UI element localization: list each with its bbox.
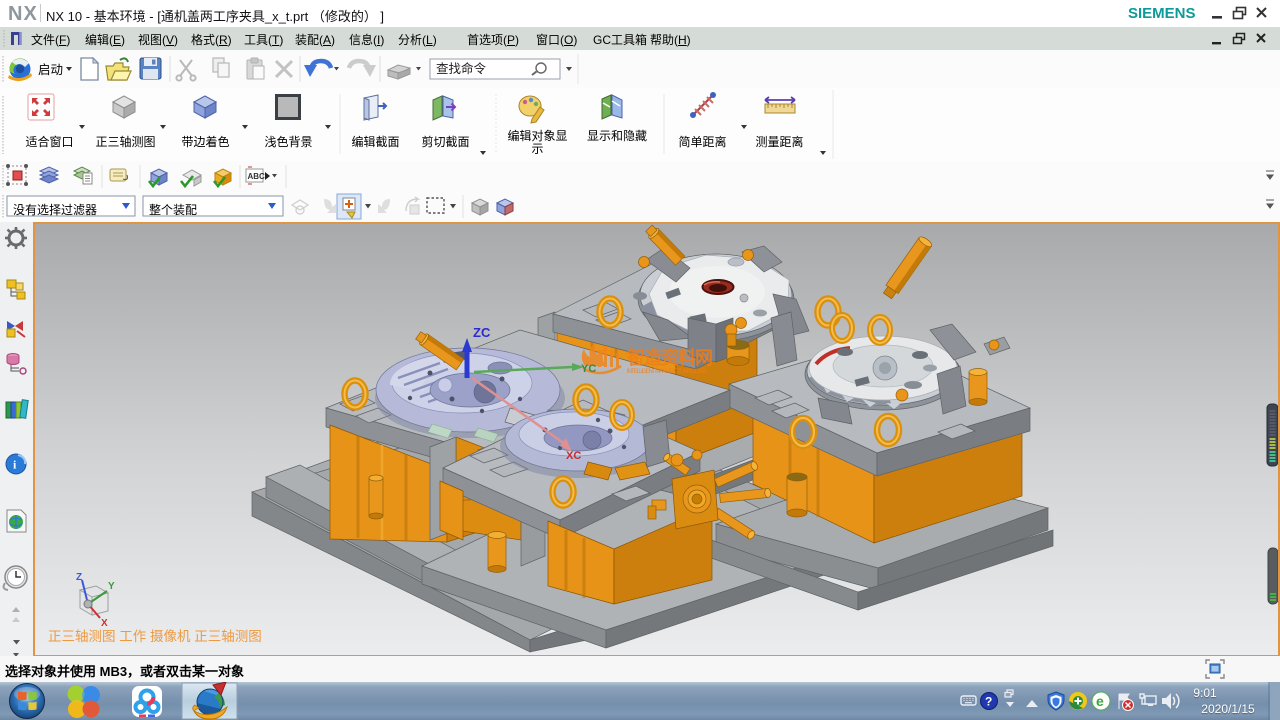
svg-text:ZC: ZC — [473, 325, 491, 340]
svg-text:XC: XC — [566, 450, 581, 462]
svg-text:X: X — [101, 618, 108, 629]
svg-text:查找命令: 查找命令 — [436, 61, 487, 76]
svg-text:Z: Z — [76, 572, 82, 583]
svg-text:Y: Y — [108, 581, 115, 592]
svg-text:e: e — [1096, 693, 1104, 709]
svg-text:INTELLIGENT MANUFACTURING DATA: INTELLIGENT MANUFACTURING DATA — [627, 369, 707, 375]
svg-text:YC: YC — [581, 363, 596, 375]
svg-text:正三轴测图 工作 摄像机 正三轴测图: 正三轴测图 工作 摄像机 正三轴测图 — [48, 629, 262, 644]
svg-text:ABC: ABC — [248, 172, 266, 181]
svg-text:?: ? — [985, 695, 992, 709]
svg-text:智造资料网: 智造资料网 — [627, 347, 713, 368]
svg-text:启动: 启动 — [38, 63, 63, 77]
